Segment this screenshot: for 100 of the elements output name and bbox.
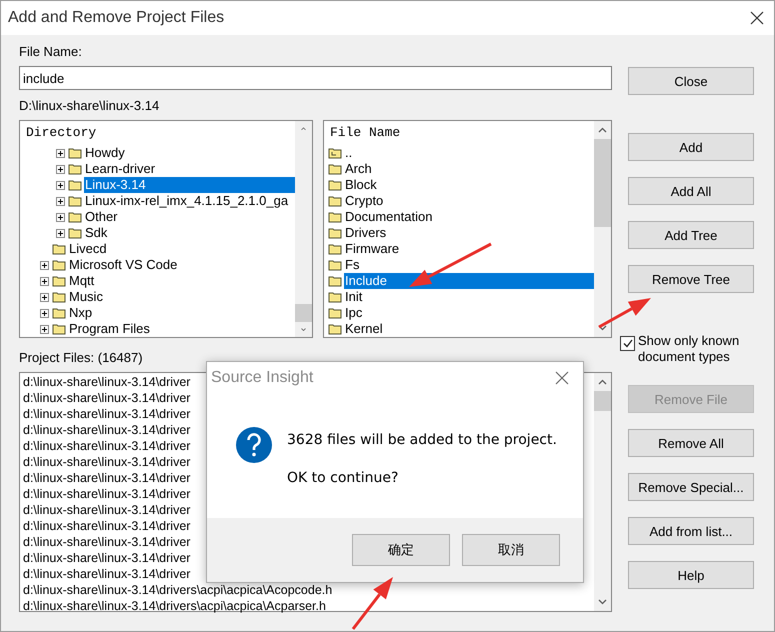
tree-item[interactable]: Nxp bbox=[68, 305, 94, 321]
action-button[interactable]: Remove Special... bbox=[628, 473, 754, 501]
file-item[interactable]: Drivers bbox=[344, 225, 388, 241]
expand-icon[interactable] bbox=[56, 228, 65, 238]
file-item[interactable]: .. bbox=[344, 145, 354, 161]
expand-icon[interactable] bbox=[40, 260, 49, 270]
action-button[interactable]: Add from list... bbox=[628, 517, 754, 545]
field-label: File Name: bbox=[19, 44, 83, 60]
folder-icon bbox=[52, 259, 66, 271]
scrollbar[interactable] bbox=[594, 121, 611, 337]
action-button[interactable]: Close bbox=[628, 67, 754, 95]
input-field[interactable]: include bbox=[19, 66, 612, 90]
folder-icon bbox=[52, 275, 66, 287]
dialog-button[interactable]: 取消 bbox=[462, 534, 560, 566]
folder-icon bbox=[328, 163, 342, 175]
tree-item[interactable]: Learn-driver bbox=[84, 161, 156, 177]
file-item[interactable]: Ipc bbox=[344, 305, 364, 321]
folder-icon bbox=[68, 195, 82, 207]
folder-icon bbox=[328, 211, 342, 223]
expand-icon[interactable] bbox=[40, 276, 49, 286]
scroll-thumb[interactable] bbox=[295, 304, 312, 322]
folder-icon bbox=[68, 179, 82, 191]
section-label: Project Files: (16487) bbox=[19, 350, 144, 366]
folder-icon bbox=[328, 275, 342, 287]
folder-icon bbox=[68, 211, 82, 223]
close-icon[interactable] bbox=[750, 11, 764, 25]
folder-icon bbox=[52, 243, 66, 255]
expand-icon[interactable] bbox=[40, 324, 49, 334]
expand-icon[interactable] bbox=[56, 212, 65, 222]
scroll-down-icon[interactable] bbox=[299, 328, 308, 331]
column-header: Directory bbox=[25, 124, 98, 142]
action-button[interactable]: Help bbox=[628, 561, 754, 589]
folder-icon bbox=[328, 227, 342, 239]
tree-item[interactable]: Linux-imx-rel_imx_4.1.15_2.1.0_ga bbox=[84, 193, 290, 209]
expand-icon[interactable] bbox=[56, 180, 65, 190]
question-icon bbox=[235, 426, 273, 464]
file-item[interactable]: Block bbox=[344, 177, 378, 193]
scrollbar[interactable] bbox=[295, 121, 312, 337]
tree-item[interactable]: Other bbox=[84, 209, 119, 225]
close-icon[interactable] bbox=[555, 371, 569, 385]
expand-icon[interactable] bbox=[56, 148, 65, 158]
action-button[interactable]: Remove Tree bbox=[628, 265, 754, 293]
file-item[interactable]: Crypto bbox=[344, 193, 384, 209]
folder-icon bbox=[328, 195, 342, 207]
action-button[interactable]: Add bbox=[628, 133, 754, 161]
tree-item[interactable]: Linux-3.14 bbox=[84, 177, 295, 193]
column-header: File Name bbox=[329, 124, 402, 142]
tree-item[interactable]: Music bbox=[68, 289, 104, 305]
scroll-thumb[interactable] bbox=[594, 391, 611, 411]
folder-icon bbox=[52, 291, 66, 303]
folder-icon bbox=[328, 179, 342, 191]
file-item[interactable]: Documentation bbox=[344, 209, 434, 225]
file-item[interactable]: Arch bbox=[344, 161, 373, 177]
file-item[interactable]: Fs bbox=[344, 257, 360, 273]
tree-item[interactable]: Livecd bbox=[68, 241, 108, 257]
checkbox[interactable] bbox=[620, 336, 635, 351]
file-item[interactable]: Init bbox=[344, 289, 364, 305]
window-title: Add and Remove Project Files bbox=[8, 9, 224, 27]
folder-icon bbox=[68, 147, 82, 159]
folder-icon bbox=[328, 259, 342, 271]
action-button[interactable]: Add Tree bbox=[628, 221, 754, 249]
folder-icon bbox=[68, 227, 82, 239]
tree-item[interactable]: Howdy bbox=[84, 145, 126, 161]
dialog-message: 3628 files will be added to the project. bbox=[287, 432, 557, 448]
arrow-drawing bbox=[352, 577, 393, 630]
folder-icon bbox=[328, 323, 342, 335]
scroll-up-icon[interactable] bbox=[598, 127, 607, 133]
folder-icon bbox=[328, 291, 342, 303]
scrollbar[interactable] bbox=[594, 373, 611, 611]
file-item[interactable]: Firmware bbox=[344, 241, 400, 257]
checkbox-label: Show only known document types bbox=[638, 333, 740, 365]
expand-icon[interactable] bbox=[56, 196, 65, 206]
path-text: D:\linux-share\linux-3.14 bbox=[19, 98, 160, 114]
check-icon bbox=[622, 339, 632, 348]
parent-folder-icon bbox=[328, 147, 342, 159]
file-item[interactable]: Kernel bbox=[344, 321, 384, 337]
folder-icon bbox=[52, 323, 66, 335]
tree-item[interactable]: Microsoft VS Code bbox=[68, 257, 178, 273]
dialog-message: OK to continue? bbox=[287, 470, 400, 486]
expand-icon[interactable] bbox=[40, 308, 49, 318]
tree-item[interactable]: Program Files bbox=[68, 321, 151, 337]
action-button[interactable]: Remove All bbox=[628, 429, 754, 457]
tree-item[interactable]: Mqtt bbox=[68, 273, 96, 289]
folder-icon bbox=[68, 163, 82, 175]
file-path[interactable]: d:\linux-share\linux-3.14\drivers\acpi\acpica\Acparser.h bbox=[23, 598, 594, 614]
dialog-title: Source Insight bbox=[211, 369, 314, 387]
scroll-thumb[interactable] bbox=[594, 139, 611, 227]
tree-item[interactable]: Sdk bbox=[84, 225, 108, 241]
folder-icon bbox=[328, 243, 342, 255]
file-path[interactable]: d:\linux-share\linux-3.14\drivers\acpi\acpica\Acopcode.h bbox=[23, 582, 594, 598]
action-button[interactable]: Add All bbox=[628, 177, 754, 205]
dialog-button[interactable]: 确定 bbox=[352, 534, 450, 566]
scroll-down-icon[interactable] bbox=[598, 325, 607, 331]
scroll-up-icon[interactable] bbox=[598, 379, 607, 385]
folder-icon bbox=[328, 307, 342, 319]
expand-icon[interactable] bbox=[56, 164, 65, 174]
expand-icon[interactable] bbox=[40, 292, 49, 302]
scroll-up-icon[interactable] bbox=[299, 127, 308, 130]
file-item[interactable]: Include bbox=[344, 273, 594, 289]
scroll-down-icon[interactable] bbox=[598, 599, 607, 605]
